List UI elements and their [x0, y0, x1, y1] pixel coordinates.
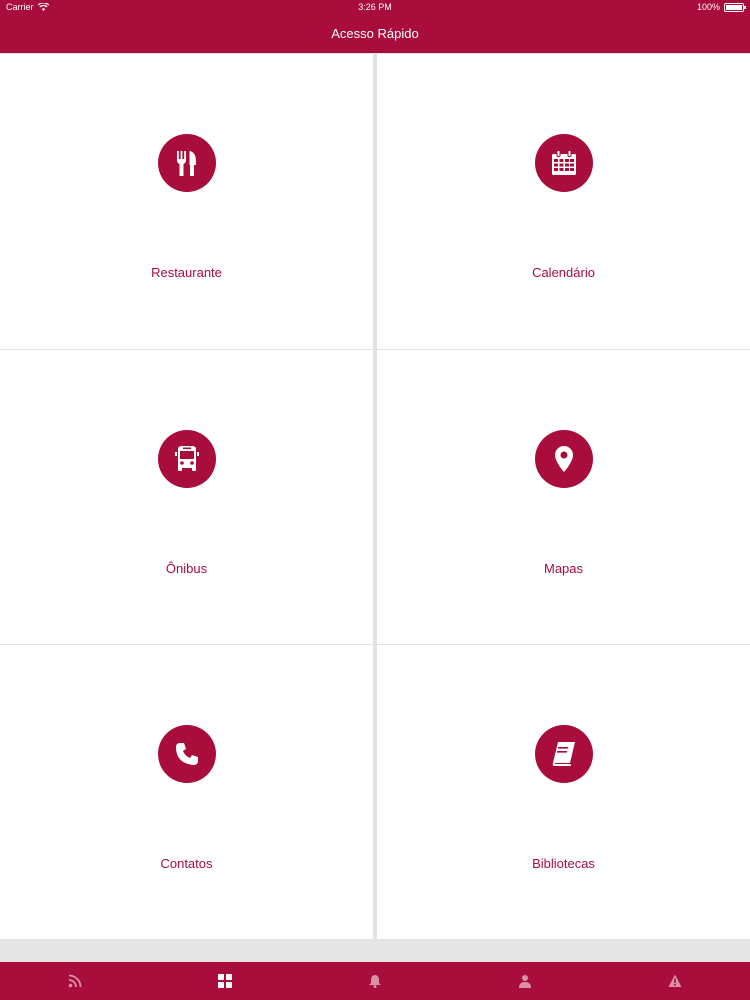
nav-bar: Acesso Rápido: [0, 14, 750, 53]
grid-icon: [218, 974, 232, 988]
tile-label: Ônibus: [165, 561, 208, 576]
tab-notifications[interactable]: [345, 962, 405, 1000]
tile-label: Bibliotecas: [532, 856, 595, 871]
quick-access-grid: Restaurante Calendário Ônibus Mapas Cont…: [0, 54, 750, 941]
bell-icon: [369, 975, 381, 988]
tile-calendario[interactable]: Calendário: [377, 54, 750, 349]
phone-icon: [157, 725, 216, 783]
tile-onibus[interactable]: Ônibus: [0, 350, 373, 644]
tile-restaurante[interactable]: Restaurante: [0, 54, 373, 349]
fork-knife-icon: [157, 134, 216, 192]
status-bar: Carrier 3:26 PM 100%: [0, 0, 750, 14]
bus-icon: [157, 430, 216, 488]
tile-mapas[interactable]: Mapas: [377, 350, 750, 644]
status-time: 3:26 PM: [358, 2, 392, 12]
battery-icon: [724, 2, 746, 12]
rss-icon: [68, 974, 82, 988]
tile-label: Mapas: [543, 561, 584, 576]
tab-bar: [0, 962, 750, 1000]
tile-label: Calendário: [532, 265, 595, 280]
tile-label: Restaurante: [151, 265, 222, 280]
tab-quick-access[interactable]: [195, 962, 255, 1000]
user-icon: [519, 975, 531, 988]
warning-icon: [668, 974, 682, 987]
battery-percent: 100%: [696, 2, 720, 12]
tab-feed[interactable]: [45, 962, 105, 1000]
book-icon: [534, 725, 593, 783]
calendar-icon: [534, 134, 593, 192]
page-title: Acesso Rápido: [331, 26, 419, 41]
tab-alerts[interactable]: [645, 962, 705, 1000]
tile-label: Contatos: [160, 856, 213, 871]
tile-bibliotecas[interactable]: Bibliotecas: [377, 645, 750, 939]
tile-contatos[interactable]: Contatos: [0, 645, 373, 939]
status-right: 100%: [696, 2, 746, 12]
tab-profile[interactable]: [495, 962, 555, 1000]
map-pin-icon: [534, 430, 593, 488]
